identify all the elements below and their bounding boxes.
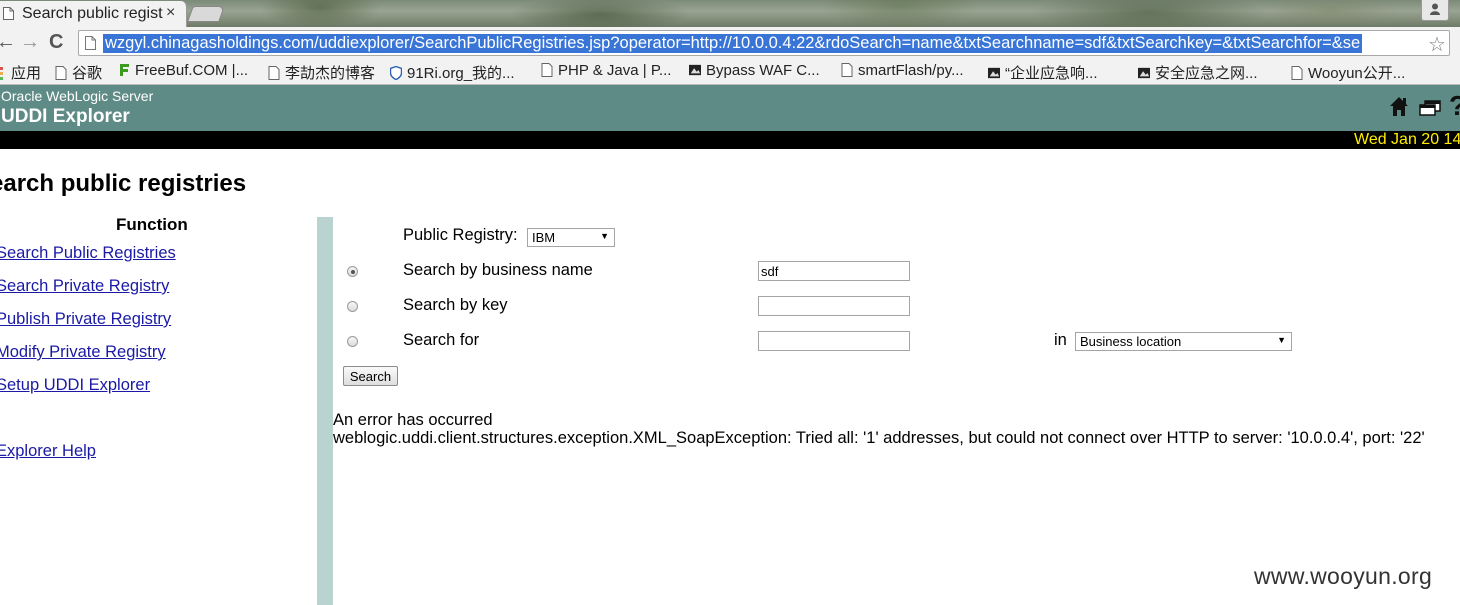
page-icon	[3, 7, 14, 20]
back-button[interactable]: ←	[0, 32, 16, 52]
bookmark-bypass-waf[interactable]: Bypass WAF C...	[689, 62, 820, 79]
location-select[interactable]: Business location ▼	[1075, 332, 1292, 351]
page-icon	[85, 36, 96, 50]
page-icon	[541, 63, 553, 77]
tab-title: Search public regist	[22, 5, 163, 22]
bookmark-wooyun[interactable]: Wooyun公开...	[1291, 62, 1405, 83]
error-heading: An error has occurred	[333, 411, 493, 429]
current-date: Wed Jan 20 14	[1354, 131, 1460, 148]
sidebar-link-explorer-help[interactable]: Explorer Help	[0, 442, 96, 461]
forward-button[interactable]: →	[20, 32, 40, 52]
bookmark-security-emergency[interactable]: 安全应急之网...	[1138, 62, 1258, 83]
bookmark-star-icon[interactable]: ☆	[1428, 32, 1446, 57]
bookmark-label: 应用	[11, 65, 42, 82]
home-icon[interactable]	[1389, 96, 1409, 117]
windows-icon[interactable]	[1419, 100, 1441, 116]
dropdown-arrow-icon: ▼	[1277, 335, 1286, 345]
page-icon	[55, 66, 67, 80]
bookmark-label: Wooyun公开...	[1308, 65, 1406, 82]
app-name: UDDI Explorer	[1, 106, 130, 127]
search-for-label: Search for	[403, 331, 480, 349]
tab-search-public-registries[interactable]: Search public regist ×	[0, 1, 187, 27]
error-message: weblogic.uddi.client.structures.exceptio…	[333, 429, 1425, 447]
location-value: Business location	[1080, 334, 1182, 349]
sidebar-heading: Function	[116, 215, 188, 234]
bookmark-label: smartFlash/py...	[858, 62, 964, 79]
page-icon	[841, 63, 853, 77]
bookmark-label: 李劼杰的博客	[285, 65, 376, 82]
address-bar[interactable]: wzgyl.chinagasholdings.com/uddiexplorer/…	[78, 30, 1450, 56]
bookmark-php-java[interactable]: PHP & Java | P...	[541, 62, 671, 79]
bookmark-91ri[interactable]: 91Ri.org_我的...	[390, 62, 515, 83]
bookmark-freebuf[interactable]: FreeBuf.COM |...	[118, 62, 248, 79]
bookmark-label: Bypass WAF C...	[706, 62, 820, 79]
search-by-business-name-label: Search by business name	[403, 261, 593, 279]
public-registry-value: IBM	[532, 230, 556, 245]
image-icon	[988, 67, 1000, 79]
bookmark-emergency-response[interactable]: “企业应急响...	[988, 62, 1098, 83]
bookmark-label: 安全应急之网...	[1155, 65, 1258, 82]
radio-search-for[interactable]	[347, 336, 358, 347]
business-name-input[interactable]	[758, 261, 910, 281]
public-registry-select[interactable]: IBM ▼	[527, 228, 615, 247]
reload-button[interactable]: C	[49, 32, 63, 52]
search-for-input[interactable]	[758, 331, 910, 351]
radio-search-by-key[interactable]	[347, 301, 358, 312]
sidebar-link-modify-private-registry[interactable]: Modify Private Registry	[0, 343, 166, 362]
bookmarks-bar: 应用 谷歌 FreeBuf.COM |... 李劼杰的博客 91Ri.org_我…	[0, 58, 1460, 85]
sidebar-link-search-public-registries[interactable]: Search Public Registries	[0, 244, 176, 263]
date-bar: Wed Jan 20 14	[0, 131, 1460, 149]
watermark: www.wooyun.org	[1254, 563, 1433, 589]
profile-button[interactable]	[1421, 0, 1449, 21]
bookmark-label: 谷歌	[72, 65, 103, 82]
image-icon	[689, 64, 701, 76]
weblogic-header: Oracle WebLogic Server UDDI Explorer ?	[0, 85, 1460, 131]
page-icon	[268, 66, 280, 80]
url-text[interactable]: wzgyl.chinagasholdings.com/uddiexplorer/…	[103, 34, 1363, 53]
sidebar-link-search-private-registry[interactable]: Search Private Registry	[0, 277, 169, 296]
bookmark-blog[interactable]: 李劼杰的博客	[268, 62, 375, 83]
sidebar-link-setup-uddi-explorer[interactable]: Setup UDDI Explorer	[0, 376, 150, 395]
bookmark-label: PHP & Java | P...	[558, 62, 672, 79]
freebuf-icon	[120, 64, 129, 76]
bookmark-smartflash[interactable]: smartFlash/py...	[841, 62, 964, 79]
bookmark-google[interactable]: 谷歌	[55, 62, 102, 83]
image-icon	[1138, 67, 1150, 79]
search-by-key-label: Search by key	[403, 296, 508, 314]
radio-search-by-business-name[interactable]	[347, 266, 358, 277]
in-label: in	[1054, 331, 1067, 349]
new-tab-button[interactable]	[187, 6, 225, 22]
person-icon	[1430, 3, 1440, 15]
bookmark-label: “企业应急响...	[1005, 65, 1098, 82]
shield-icon	[390, 66, 402, 80]
sidebar-divider	[317, 217, 333, 605]
bookmark-label: FreeBuf.COM |...	[135, 62, 249, 79]
dropdown-arrow-icon: ▼	[600, 231, 609, 241]
search-key-input[interactable]	[758, 296, 910, 316]
help-icon[interactable]: ?	[1449, 90, 1460, 122]
apps-grid-icon	[0, 67, 3, 80]
close-icon[interactable]: ×	[166, 4, 175, 22]
page-icon	[1291, 66, 1303, 80]
tab-strip: Search public regist ×	[0, 0, 1460, 27]
sidebar-link-publish-private-registry[interactable]: Publish Private Registry	[0, 310, 171, 329]
bookmark-apps[interactable]: 应用	[0, 62, 41, 83]
page-title: earch public registries	[0, 170, 247, 197]
bookmark-label: 91Ri.org_我的...	[407, 65, 515, 82]
product-name: Oracle WebLogic Server	[1, 88, 154, 104]
public-registry-label: Public Registry:	[403, 226, 518, 244]
search-button[interactable]: Search	[343, 366, 398, 386]
